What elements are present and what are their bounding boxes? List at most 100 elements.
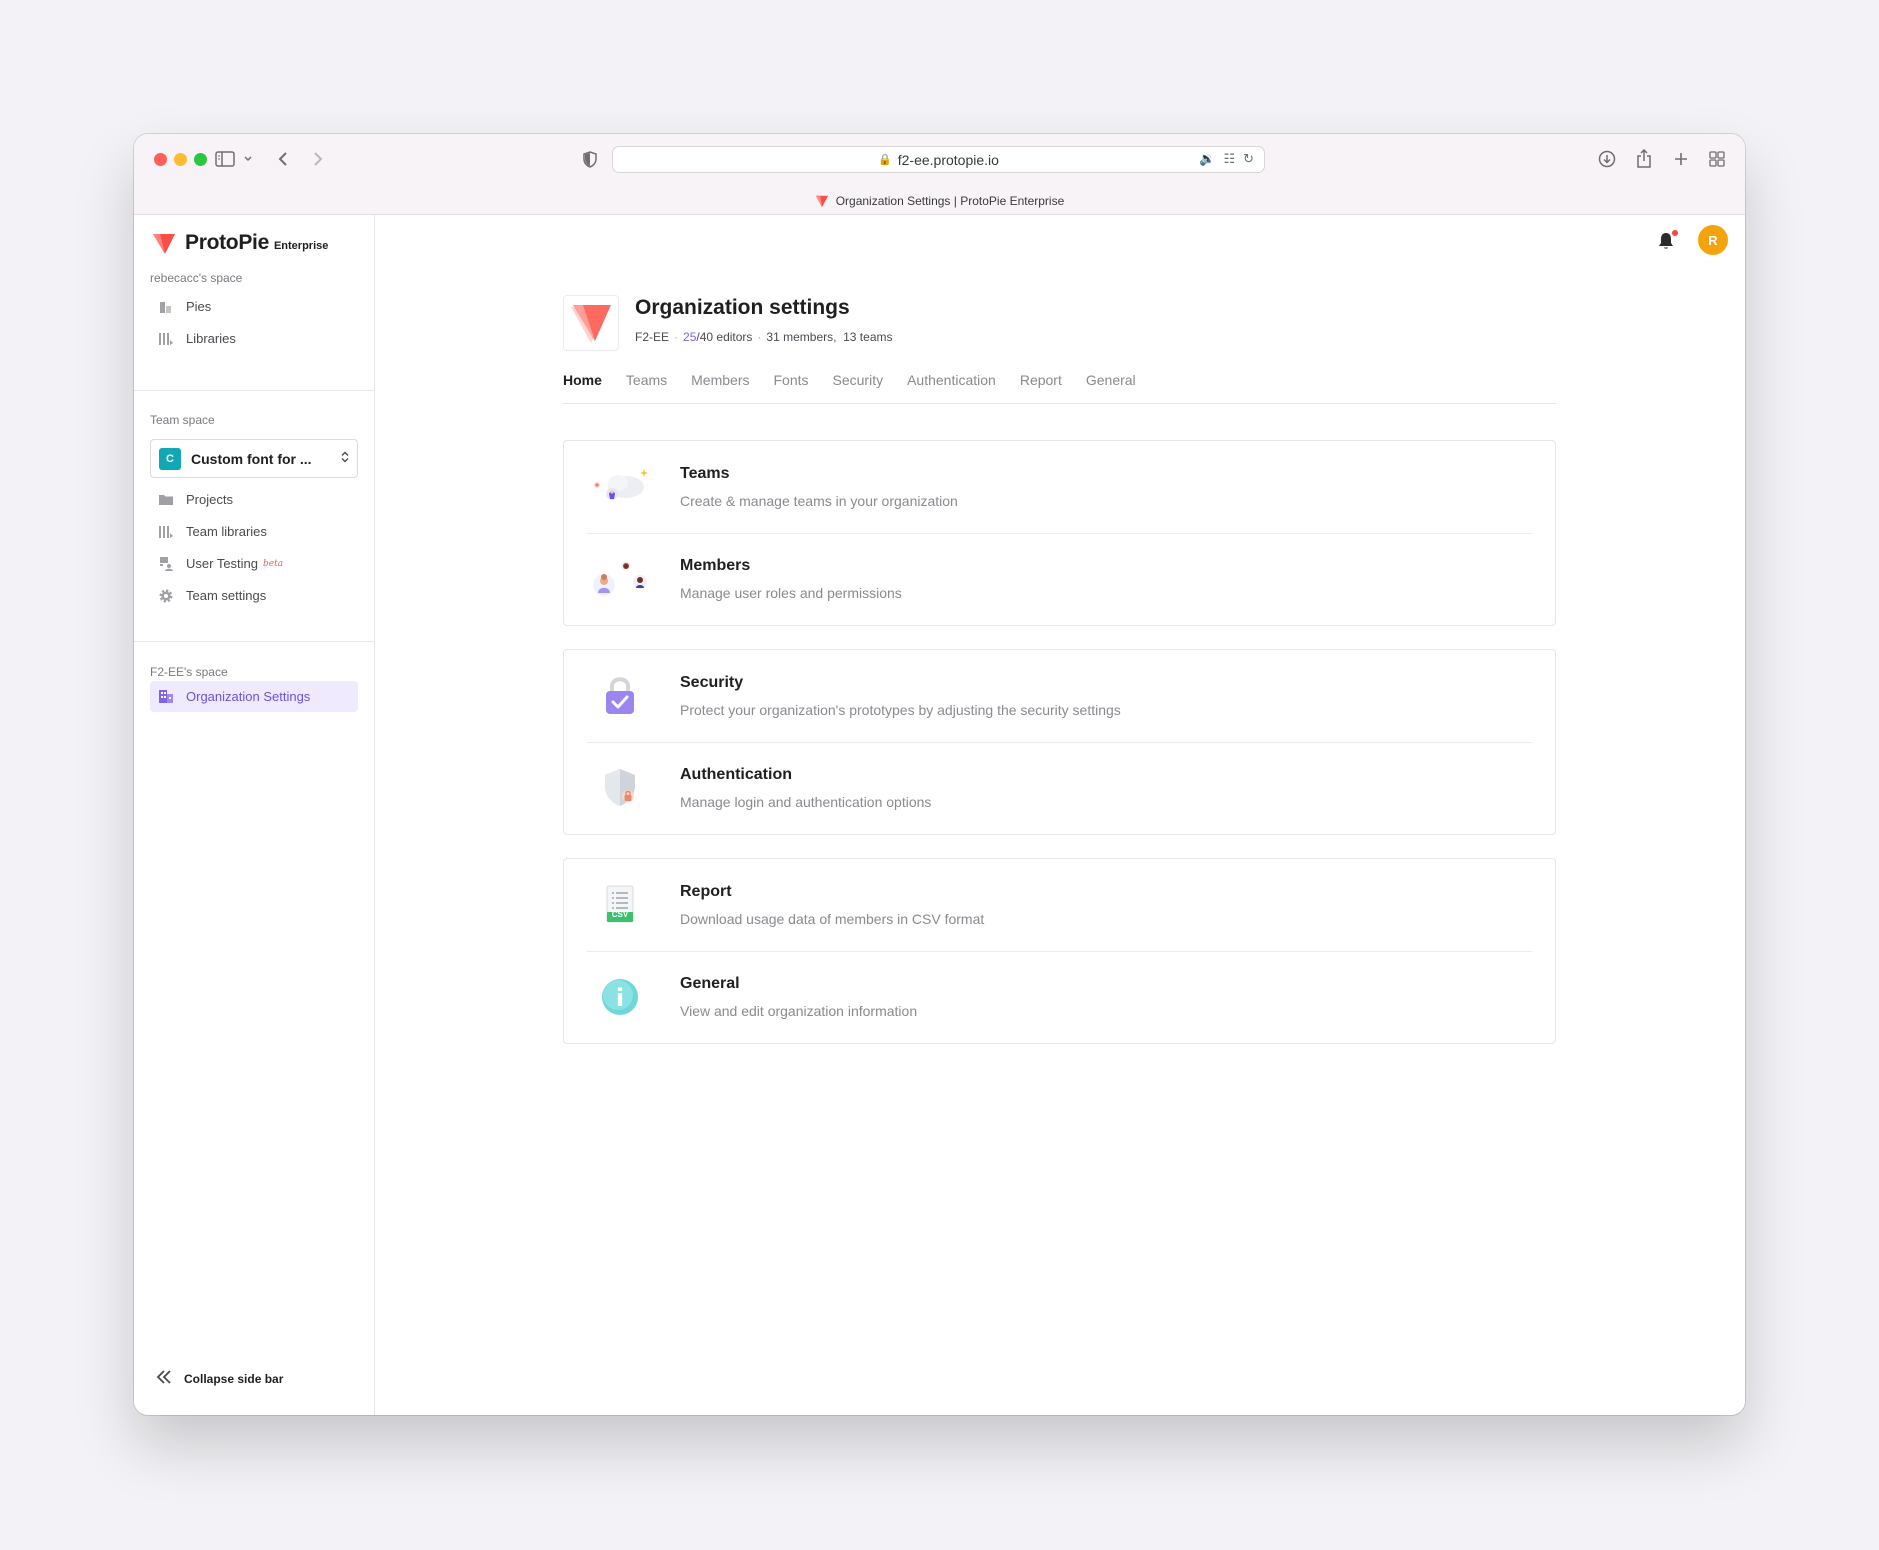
minimize-window-button[interactable]	[174, 153, 187, 166]
folder-icon	[158, 492, 174, 508]
sidebar: ProtoPie Enterprise rebecacc's space Pie…	[134, 215, 375, 1415]
browser-toolbar: 🔒 f2-ee.protopie.io 🔉 ☷ ↻ Organization S…	[134, 134, 1745, 215]
brand[interactable]: ProtoPie Enterprise	[152, 231, 328, 255]
address-bar[interactable]: 🔒 f2-ee.protopie.io 🔉 ☷ ↻	[612, 146, 1265, 173]
protopie-favicon-icon	[815, 195, 828, 207]
libraries-icon	[158, 524, 174, 540]
tab-overview-icon[interactable]	[1704, 146, 1730, 172]
row-description: Manage login and authentication options	[680, 794, 932, 810]
browser-tab[interactable]: Organization Settings | ProtoPie Enterpr…	[134, 186, 1745, 215]
org-logo-icon	[563, 295, 619, 351]
brand-name: ProtoPie	[185, 231, 269, 254]
brand-edition: Enterprise	[273, 240, 329, 252]
lock-icon: 🔒	[878, 154, 892, 166]
tab-members[interactable]: Members	[691, 371, 749, 403]
settings-tabs: Home Teams Members Fonts Security Authen…	[563, 371, 1556, 404]
notification-badge	[1672, 230, 1678, 236]
csv-label: CSV	[611, 910, 629, 919]
shield-icon	[588, 760, 652, 816]
libraries-icon	[158, 331, 174, 347]
sidebar-item-team-libraries[interactable]: Team libraries	[150, 516, 358, 547]
sidebar-item-label: Libraries	[186, 331, 236, 346]
editors-total: /40 editors	[696, 330, 753, 344]
settings-row-authentication[interactable]: Authentication Manage login and authenti…	[564, 742, 1555, 834]
reload-icon[interactable]: ↻	[1243, 151, 1254, 167]
tab-authentication[interactable]: Authentication	[907, 371, 996, 403]
sidebar-divider	[134, 390, 374, 391]
org-header: Organization settings F2-EE · 25/40 editor…	[563, 295, 892, 351]
pies-icon	[158, 299, 174, 315]
padlock-icon	[588, 668, 652, 724]
close-window-button[interactable]	[154, 153, 167, 166]
meta-separator: ·	[757, 330, 762, 344]
row-title: Members	[680, 557, 751, 574]
tab-teams[interactable]: Teams	[626, 371, 667, 403]
team-badge: C	[159, 447, 181, 470]
collapse-sidebar-button[interactable]: Collapse side bar	[156, 1370, 283, 1387]
settings-card: CSV Report Download usage data of member…	[563, 858, 1556, 1044]
sidebar-item-pies[interactable]: Pies	[150, 291, 358, 322]
team-space-label: Team space	[150, 413, 215, 427]
org-code: F2-EE	[635, 330, 670, 344]
url-text: f2-ee.protopie.io	[897, 151, 999, 168]
sidebar-item-label: User Testing	[186, 556, 259, 571]
building-icon	[158, 689, 174, 705]
row-description: Protect your organization's prototypes b…	[680, 702, 1121, 718]
info-icon: i	[588, 969, 652, 1025]
sidebar-item-organization-settings[interactable]: Organization Settings	[150, 681, 358, 712]
tab-security[interactable]: Security	[833, 371, 884, 403]
editors-used: 25	[683, 330, 697, 344]
row-description: View and edit organization information	[680, 1003, 918, 1019]
member-count: 31 members,	[766, 330, 837, 344]
forward-icon[interactable]	[305, 146, 331, 172]
gear-icon	[158, 588, 174, 604]
team-selector[interactable]: C Custom font for ...	[150, 439, 358, 478]
settings-row-report[interactable]: CSV Report Download usage data of member…	[564, 859, 1555, 951]
csv-report-icon: CSV	[588, 877, 652, 933]
tab-home[interactable]: Home	[563, 371, 602, 403]
chevron-down-icon[interactable]	[235, 146, 261, 172]
meta-separator: ·	[674, 330, 679, 344]
tab-fonts[interactable]: Fonts	[774, 371, 809, 403]
team-count: 13 teams	[843, 330, 893, 344]
row-title: General	[680, 975, 740, 992]
settings-row-security[interactable]: Security Protect your organization's pro…	[564, 650, 1555, 742]
beta-badge: beta	[263, 558, 284, 569]
org-meta: F2-EE · 25/40 editors · 31 members, 13 teams	[635, 330, 892, 344]
tab-report[interactable]: Report	[1020, 371, 1062, 403]
row-title: Security	[680, 674, 744, 691]
settings-card: Security Protect your organization's pro…	[563, 649, 1556, 835]
row-title: Teams	[680, 465, 730, 482]
privacy-shield-icon[interactable]	[577, 146, 603, 172]
audio-icon[interactable]: 🔉	[1199, 151, 1215, 167]
sidebar-item-label: Organization Settings	[186, 689, 311, 704]
row-description: Create & manage teams in your organizati…	[680, 493, 958, 509]
sidebar-item-team-settings[interactable]: Team settings	[150, 580, 358, 611]
collapse-label: Collapse side bar	[184, 1371, 284, 1386]
main-content: R Organization settings F2-EE · 25/40 edit…	[375, 215, 1745, 1415]
avatar[interactable]: R	[1698, 225, 1728, 255]
sidebar-item-user-testing[interactable]: User Testing beta	[150, 548, 358, 579]
translate-icon[interactable]: ☷	[1223, 151, 1235, 167]
row-description: Download usage data of members in CSV fo…	[680, 911, 985, 927]
teams-illustration-icon	[588, 459, 652, 515]
share-icon[interactable]	[1631, 146, 1657, 172]
tab-title: Organization Settings | ProtoPie Enterpr…	[835, 193, 1065, 208]
settings-row-members[interactable]: Members Manage user roles and permission…	[564, 533, 1555, 625]
settings-card: Teams Create & manage teams in your orga…	[563, 440, 1556, 626]
downloads-icon[interactable]	[1594, 146, 1620, 172]
back-icon[interactable]	[270, 146, 296, 172]
sidebar-item-projects[interactable]: Projects	[150, 484, 358, 515]
org-space-label: F2-EE's space	[150, 665, 228, 679]
settings-row-teams[interactable]: Teams Create & manage teams in your orga…	[564, 441, 1555, 533]
row-title: Authentication	[680, 766, 792, 783]
settings-row-general[interactable]: i General View and edit organization inf…	[564, 951, 1555, 1043]
new-tab-icon[interactable]	[1668, 146, 1694, 172]
sidebar-item-label: Pies	[186, 299, 212, 314]
tab-general[interactable]: General	[1086, 371, 1136, 403]
zoom-window-button[interactable]	[194, 153, 207, 166]
info-glyph: i	[615, 984, 625, 1012]
personal-space-label: rebecacc's space	[150, 271, 243, 285]
row-description: Manage user roles and permissions	[680, 585, 902, 601]
sidebar-item-libraries[interactable]: Libraries	[150, 323, 358, 354]
